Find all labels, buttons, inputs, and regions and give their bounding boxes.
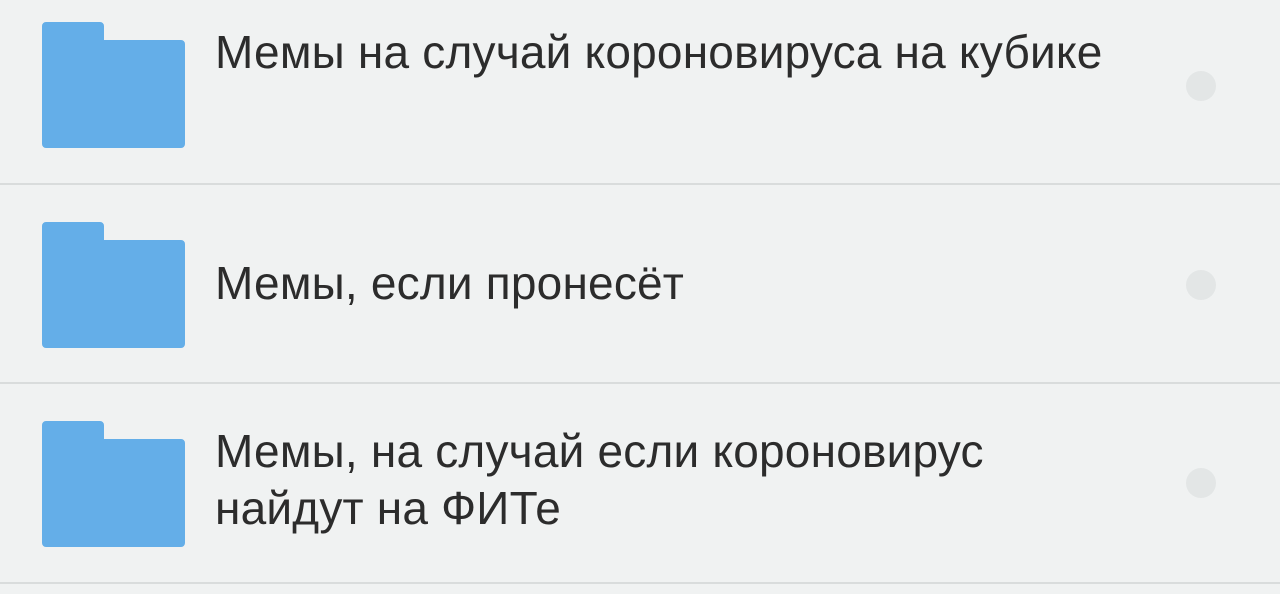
- folder-icon: [42, 222, 185, 348]
- select-dot-icon[interactable]: [1186, 270, 1216, 300]
- folder-list-item[interactable]: Мемы на случай короновируса на кубике: [0, 0, 1280, 185]
- folder-icon: [42, 421, 185, 547]
- folder-name: Мемы, на случай если короновирус найдут …: [215, 425, 984, 534]
- folder-name: Мемы на случай короновируса на кубике: [215, 26, 1103, 78]
- select-dot-icon[interactable]: [1186, 71, 1216, 101]
- folder-icon: [42, 22, 185, 148]
- folder-list-item[interactable]: Мемы, если пронесёт: [0, 185, 1280, 384]
- folder-name: Мемы, если пронесёт: [215, 257, 685, 309]
- folder-list-item[interactable]: Мемы, на случай если короновирус найдут …: [0, 384, 1280, 584]
- folder-list: Мемы на случай короновируса на кубике Ме…: [0, 0, 1280, 594]
- select-dot-icon[interactable]: [1186, 468, 1216, 498]
